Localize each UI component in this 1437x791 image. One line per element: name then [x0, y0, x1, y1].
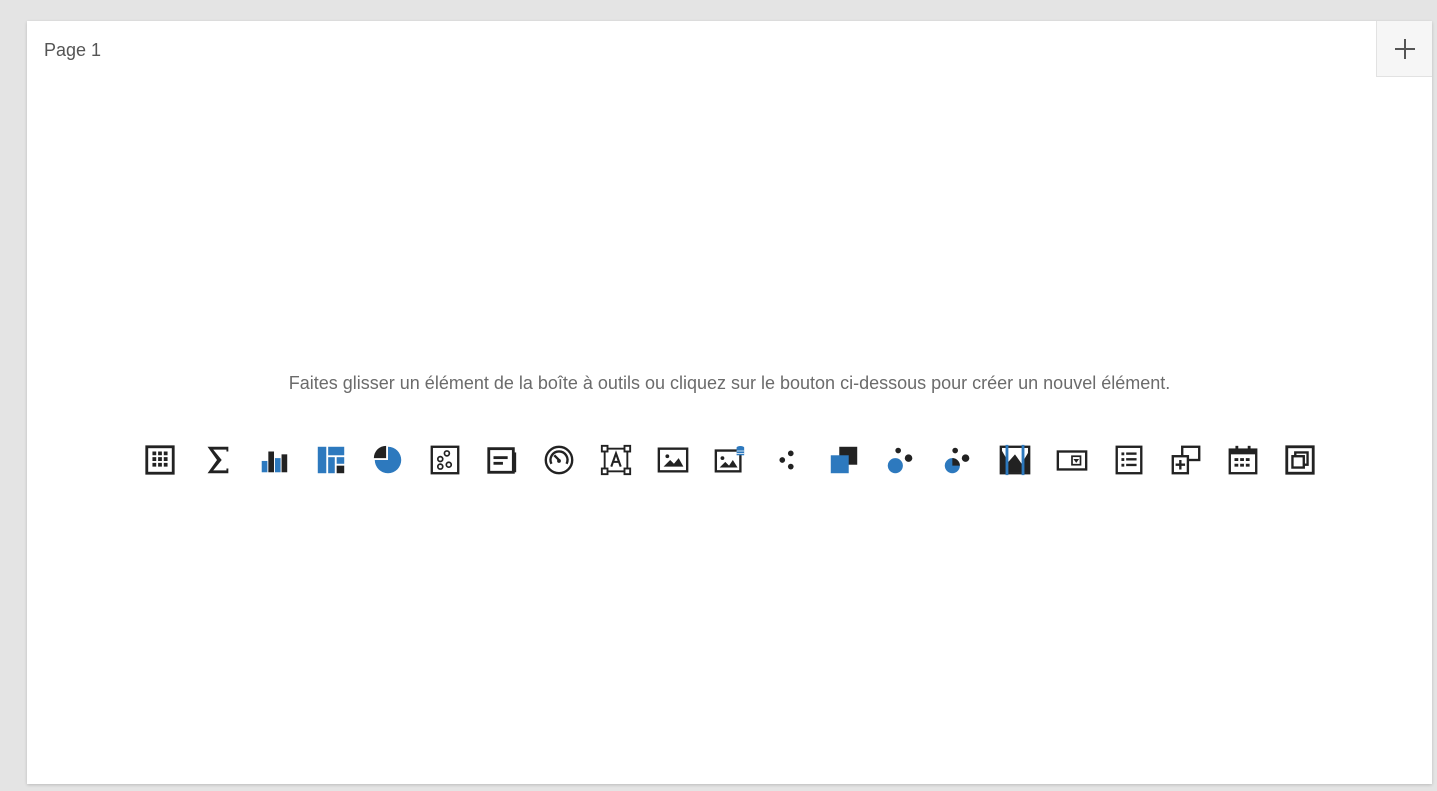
image-icon[interactable] — [654, 441, 691, 479]
bubble-map-icon[interactable] — [882, 441, 919, 479]
treemap-icon[interactable] — [312, 441, 349, 479]
add-page-button[interactable] — [1376, 21, 1432, 77]
bar-chart-icon[interactable] — [255, 441, 292, 479]
grid-icon[interactable] — [141, 441, 178, 479]
range-filter-icon[interactable] — [996, 441, 1033, 479]
pie-map-icon[interactable] — [939, 441, 976, 479]
sigma-icon[interactable] — [198, 441, 235, 479]
list-box-icon[interactable] — [1110, 441, 1147, 479]
date-filter-icon[interactable] — [1224, 441, 1261, 479]
dots-icon[interactable] — [768, 441, 805, 479]
bound-image-icon[interactable] — [711, 441, 748, 479]
item-toolbar — [27, 441, 1432, 479]
tab-container-icon[interactable] — [1281, 441, 1318, 479]
combo-box-icon[interactable] — [1053, 441, 1090, 479]
plus-icon — [1394, 38, 1415, 59]
tree-view-icon[interactable] — [1167, 441, 1204, 479]
scatter-card-icon[interactable] — [426, 441, 463, 479]
pie-chart-icon[interactable] — [369, 441, 406, 479]
card-icon[interactable] — [483, 441, 520, 479]
group-icon[interactable] — [825, 441, 862, 479]
gauge-icon[interactable] — [540, 441, 577, 479]
empty-state-hint: Faites glisser un élément de la boîte à … — [288, 373, 1171, 393]
text-box-icon[interactable] — [597, 441, 634, 479]
page-tab-label[interactable]: Page 1 — [44, 40, 101, 61]
dashboard-page: Page 1 Faites glisser un élément de la b… — [27, 21, 1432, 784]
